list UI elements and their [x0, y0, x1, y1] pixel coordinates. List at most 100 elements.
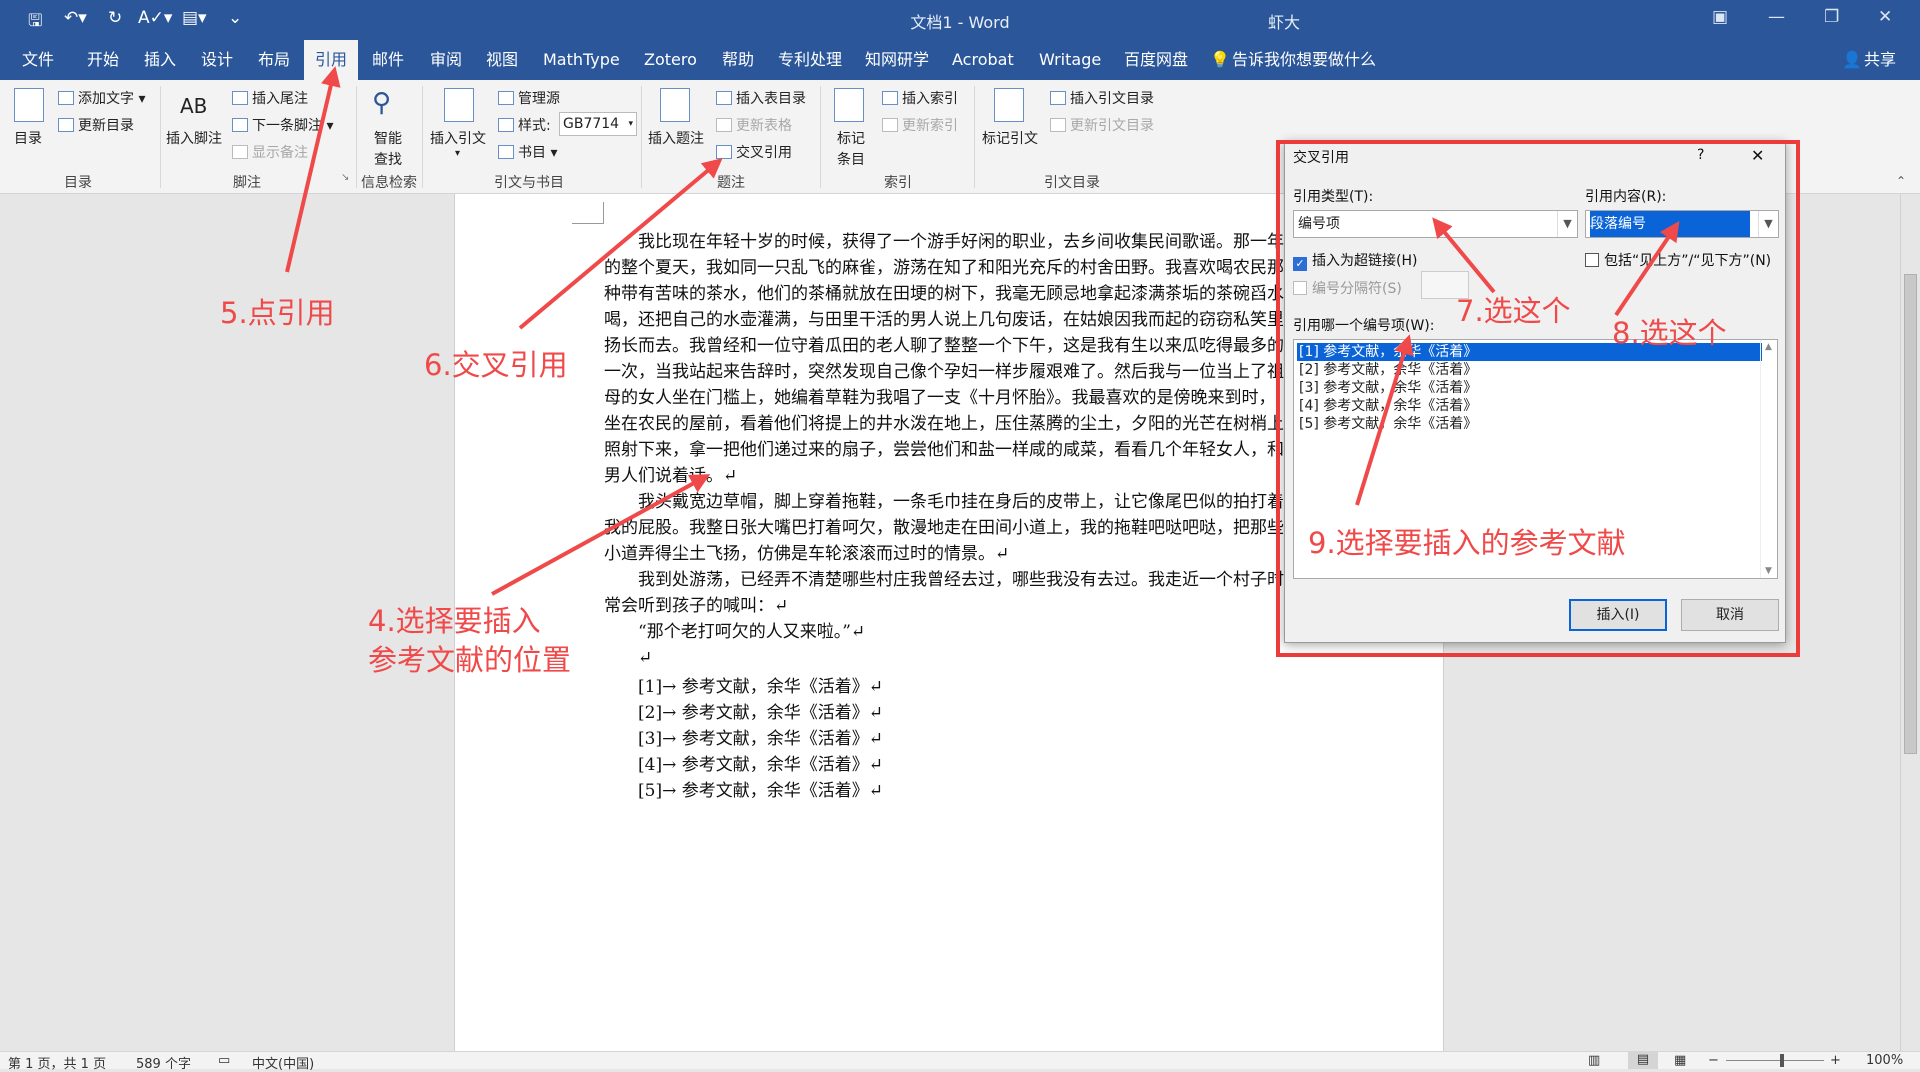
para1-line-cursor: 男人们说着话。↵: [604, 466, 738, 486]
ribbon-display-icon[interactable]: ▣: [1712, 7, 1728, 27]
update-index-icon: [882, 118, 898, 132]
scrollbar-thumb[interactable]: [1904, 274, 1917, 754]
separator: [356, 86, 357, 188]
next-footnote-icon: [232, 118, 248, 132]
tab-patent[interactable]: 专利处理: [778, 40, 842, 80]
annotation-step-9: 9.选择要插入的参考文献: [1308, 526, 1626, 560]
tab-insert[interactable]: 插入: [144, 40, 176, 80]
tab-mailings[interactable]: 邮件: [372, 40, 404, 80]
cross-reference-button[interactable]: 交叉引用: [716, 142, 792, 162]
para1-line: 的整个夏天，我如同一只乱飞的麻雀，游荡在知了和阳光充斥的村舍田野。我喜欢喝农民那: [604, 258, 1284, 278]
next-footnote-button[interactable]: 下一条脚注 ▾: [232, 115, 333, 135]
zoom-level[interactable]: 100%: [1866, 1053, 1903, 1068]
insert-toa-icon: [1050, 91, 1066, 105]
proofing-icon[interactable]: ▭: [218, 1053, 230, 1068]
para1-line: 喝，还把自己的水壶灌满，与田里干活的男人说上几句废话，在姑娘因我而起的窃窃私笑里: [604, 310, 1284, 330]
update-table-icon: [716, 118, 732, 132]
annotation-step-5: 5.点引用: [220, 296, 335, 330]
tab-cnki[interactable]: 知网研学: [865, 40, 929, 80]
tab-acrobat[interactable]: Acrobat: [952, 40, 1014, 80]
insert-footnote-button[interactable]: 插入脚注: [166, 128, 222, 148]
quote-line: “那个老打呵欠的人又来啦。”↵: [638, 622, 866, 642]
minimize-icon[interactable]: —: [1768, 7, 1785, 27]
insert-index-button[interactable]: 插入索引: [882, 88, 958, 108]
print-layout-icon[interactable]: ▤: [1628, 1052, 1658, 1069]
page-corner-mark: [572, 202, 604, 224]
endnote-icon: [232, 91, 248, 105]
tab-help[interactable]: 帮助: [722, 40, 754, 80]
insert-toa-button[interactable]: 插入引文目录: [1050, 88, 1154, 108]
close-window-icon[interactable]: ✕: [1878, 7, 1892, 27]
separator: [422, 86, 423, 188]
share-button[interactable]: 共享: [1864, 40, 1896, 80]
para2-line: 小道弄得尘土飞扬，仿佛是车轮滚滚而过时的情景。↵: [604, 544, 1010, 564]
annotation-step-6: 6.交叉引用: [424, 348, 568, 382]
toc-button[interactable]: 目录: [14, 128, 42, 148]
language[interactable]: 中文(中国): [252, 1053, 314, 1072]
status-bar: 第 1 页，共 1 页 589 个字 ▭ 中文(中国) ▥ ▤ ▦ − + 10…: [0, 1051, 1920, 1072]
smart-lookup-button[interactable]: 智能: [374, 128, 402, 148]
para2-line: 我头戴宽边草帽，脚上穿着拖鞋，一条毛巾挂在身后的皮带上，让它像尾巴似的拍打着: [638, 492, 1284, 512]
page-count[interactable]: 第 1 页，共 1 页: [8, 1053, 106, 1072]
read-mode-icon[interactable]: ▥: [1588, 1053, 1600, 1068]
group-label-toc: 目录: [64, 175, 92, 191]
mark-entry-button[interactable]: 标记: [837, 128, 865, 148]
tab-mathtype[interactable]: MathType: [543, 40, 620, 80]
zoom-slider-thumb[interactable]: [1780, 1054, 1784, 1067]
tell-me-search[interactable]: 告诉我你想要做什么: [1232, 40, 1376, 80]
tab-layout[interactable]: 布局: [258, 40, 290, 80]
manage-sources-button[interactable]: 管理源: [498, 88, 560, 108]
tab-zotero[interactable]: Zotero: [644, 40, 697, 80]
insert-caption-button[interactable]: 插入题注: [648, 128, 704, 148]
add-text-button[interactable]: 添加文字 ▾: [58, 88, 145, 108]
collapse-ribbon-icon[interactable]: ⌃: [1896, 174, 1906, 188]
tab-baidu[interactable]: 百度网盘: [1124, 40, 1188, 80]
style-icon: [498, 118, 514, 132]
update-toc-button[interactable]: 更新目录: [58, 115, 134, 135]
group-label-authorities: 引文目录: [1044, 175, 1100, 191]
style-select[interactable]: GB7714 ▾: [559, 112, 637, 136]
zoom-slider[interactable]: [1726, 1060, 1824, 1061]
maximize-icon[interactable]: ❐: [1824, 7, 1839, 27]
tab-references[interactable]: 引用: [304, 40, 358, 80]
tab-design[interactable]: 设计: [201, 40, 233, 80]
tab-view[interactable]: 视图: [486, 40, 518, 80]
para1-line: 我比现在年轻十岁的时候，获得了一个游手好闲的职业，去乡间收集民间歌谣。那一年: [638, 232, 1284, 252]
magnifier-icon: ⚲: [372, 88, 392, 118]
tab-file[interactable]: 文件: [22, 40, 54, 80]
insert-table-figures-button[interactable]: 插入表目录: [716, 88, 806, 108]
insert-citation-button[interactable]: 插入引文: [430, 128, 486, 148]
manage-sources-icon: [498, 91, 514, 105]
annotation-step-7: 7.选这个: [1456, 294, 1571, 328]
show-notes-button[interactable]: 显示备注: [232, 142, 308, 162]
separator: [974, 86, 975, 188]
tab-home[interactable]: 开始: [87, 40, 119, 80]
footnote-launcher-icon[interactable]: ↘: [341, 172, 349, 183]
title-bar: 🖫 ↶▾ ↻ A✓▾ ▤▾ ⌄ 文档1 - Word 虾大 ▣ — ❐ ✕: [0, 0, 1920, 40]
tab-writage[interactable]: Writage: [1039, 40, 1101, 80]
group-label-index: 索引: [884, 175, 912, 191]
separator: [820, 86, 821, 188]
mark-citation-button[interactable]: 标记引文: [982, 128, 1038, 148]
update-table-button[interactable]: 更新表格: [716, 115, 792, 135]
bibliography-button[interactable]: 书目 ▾: [498, 142, 557, 162]
update-toa-button[interactable]: 更新引文目录: [1050, 115, 1154, 135]
para1-line: 扬长而去。我曾经和一位守着瓜田的老人聊了整整一个下午，这是我有生以来瓜吃得最多的: [604, 336, 1284, 356]
mark-citation-icon: [994, 88, 1024, 122]
tab-review[interactable]: 审阅: [430, 40, 462, 80]
update-toc-icon: [58, 118, 74, 132]
zoom-out-icon[interactable]: −: [1708, 1053, 1719, 1068]
zoom-in-icon[interactable]: +: [1830, 1053, 1841, 1068]
web-layout-icon[interactable]: ▦: [1674, 1053, 1686, 1068]
user-name[interactable]: 虾大: [1268, 9, 1300, 33]
reference-item: [2]→ 参考文献，余华《活着》↵: [638, 703, 883, 723]
group-label-captions: 题注: [717, 175, 745, 191]
para3-line: 常会听到孩子的喊叫：↵: [604, 596, 789, 616]
update-index-button[interactable]: 更新索引: [882, 115, 958, 135]
reference-item: [5]→ 参考文献，余华《活着》↵: [638, 781, 883, 801]
chevron-down-icon[interactable]: ▾: [455, 148, 460, 159]
vertical-scrollbar[interactable]: [1900, 194, 1920, 1051]
word-count[interactable]: 589 个字: [136, 1053, 191, 1072]
insert-endnote-button[interactable]: 插入尾注: [232, 88, 308, 108]
reference-item: [3]→ 参考文献，余华《活着》↵: [638, 729, 883, 749]
